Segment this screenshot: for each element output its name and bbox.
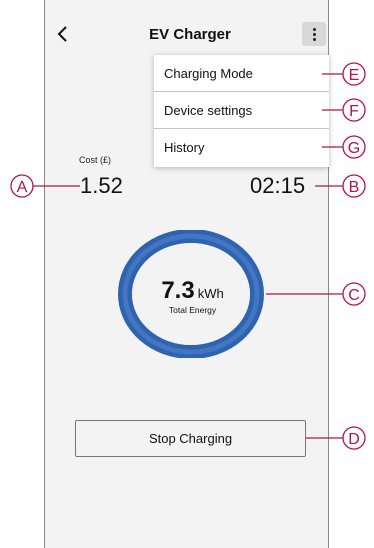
callout-b: B [349,179,360,196]
callout-c: C [348,287,360,304]
callout-f: F [349,103,359,120]
callout-g: G [348,140,360,157]
callout-e: E [349,67,360,84]
callout-d: D [348,431,360,448]
callout-annotations: A B C D E F G [10,62,366,450]
callout-a: A [17,179,28,196]
